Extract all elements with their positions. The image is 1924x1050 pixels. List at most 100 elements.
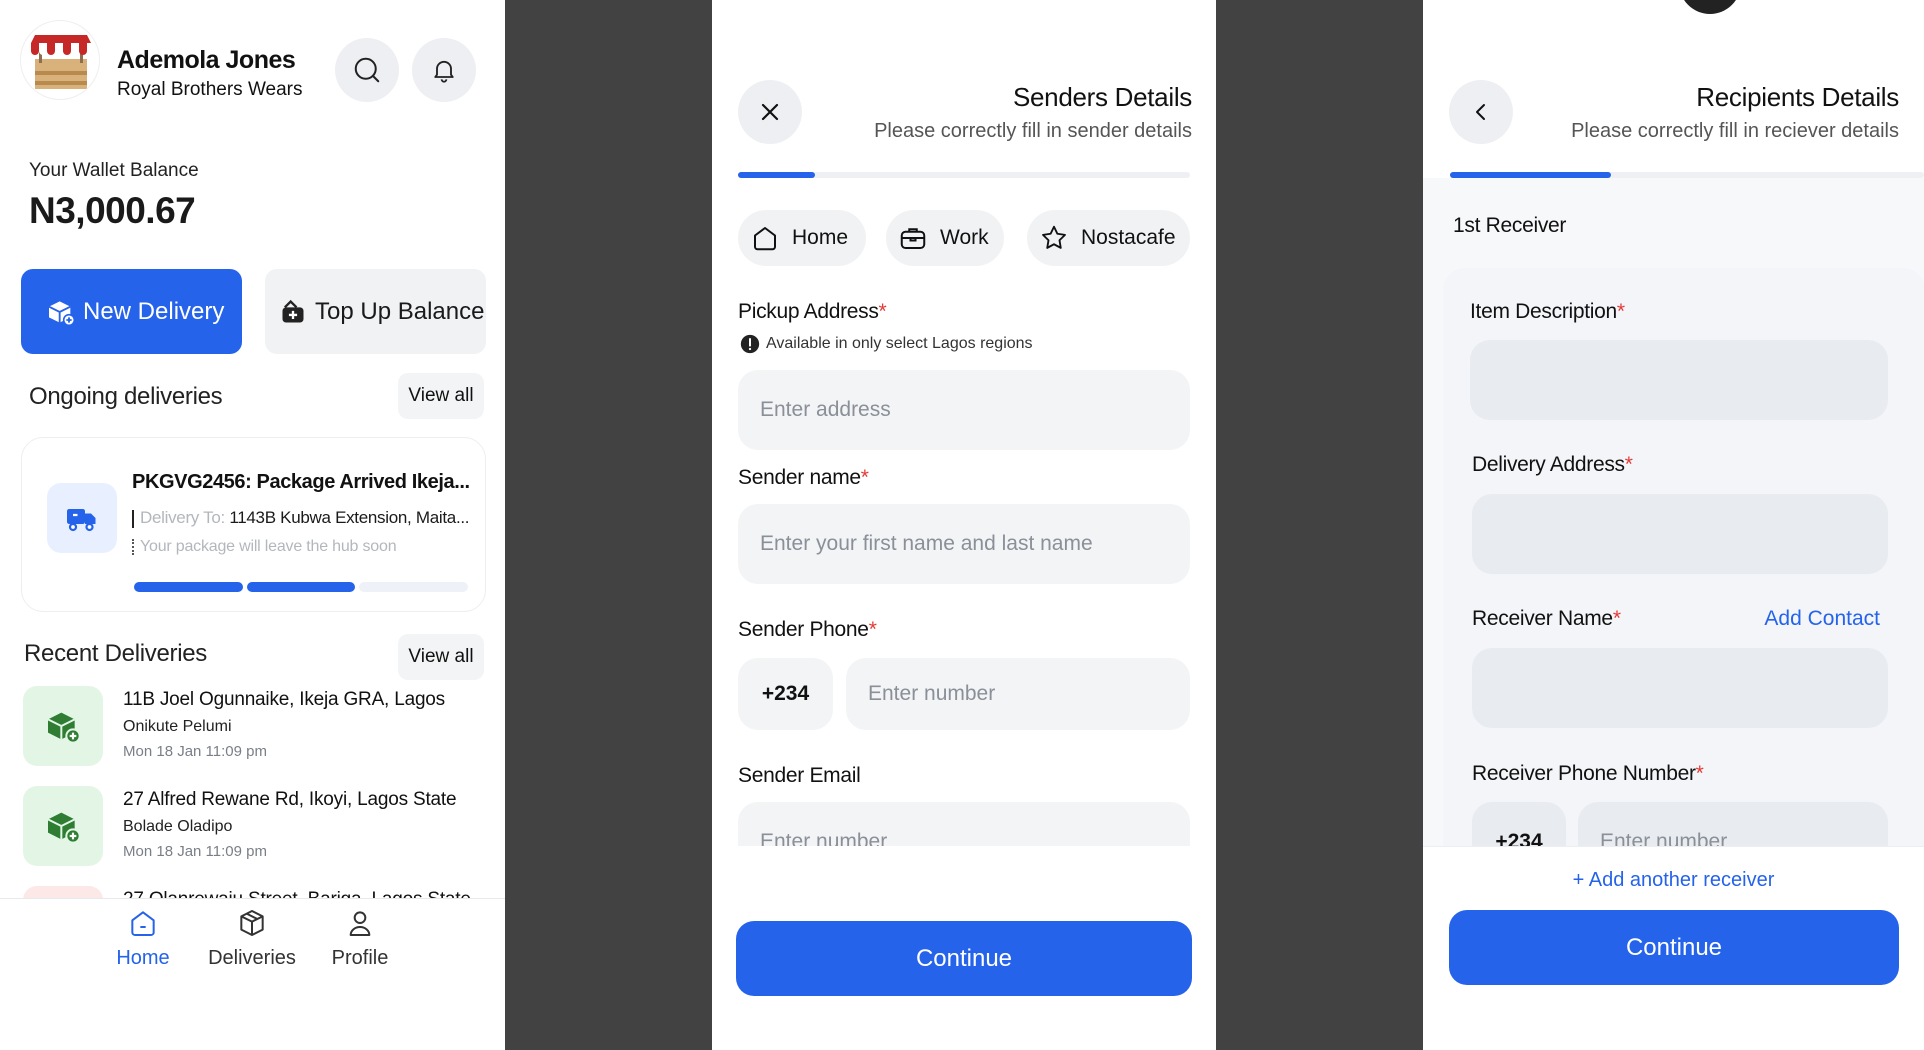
recent-name: Onikute Pelumi: [123, 718, 232, 735]
recent-delivery-icon: [23, 686, 103, 766]
chip-label: Work: [940, 226, 989, 249]
receiver-heading: 1st Receiver: [1453, 214, 1567, 237]
progress-segment: [246, 582, 356, 592]
sender-phone-label: Sender Phone: [738, 618, 877, 642]
add-contact-link[interactable]: Add Contact: [1764, 607, 1880, 631]
wallet-balance: N3,000.67: [29, 190, 196, 231]
floating-dark-element: [1679, 0, 1741, 14]
status-text: Your package will leave the hub soon: [140, 538, 397, 555]
background-divider: [505, 0, 712, 1050]
bell-icon: [434, 60, 454, 83]
info-icon: [740, 334, 760, 354]
receiver-phone-input[interactable]: Enter number: [1578, 802, 1888, 846]
pickup-address-input[interactable]: Enter address: [738, 370, 1190, 450]
item-description-label: Item Description: [1470, 300, 1625, 324]
continue-button[interactable]: Continue: [1449, 910, 1899, 985]
user-name: Ademola Jones: [117, 46, 296, 74]
recent-time: Mon 18 Jan 11:09 pm: [123, 743, 267, 760]
search-button[interactable]: [335, 38, 399, 102]
nav-home-label: Home: [116, 947, 170, 969]
delivery-address-input[interactable]: [1472, 494, 1888, 574]
sender-details-screen: Senders Details Please correctly fill in…: [712, 0, 1216, 1050]
pickup-note-text: Available in only select Lagos regions: [766, 335, 1033, 352]
box-add-icon: [47, 712, 81, 744]
nav-deliveries[interactable]: Deliveries: [202, 907, 302, 977]
nav-home[interactable]: Home: [108, 907, 178, 977]
receiver-name-input[interactable]: [1472, 648, 1888, 728]
market-stall-icon: [31, 35, 91, 89]
chip-label: Nostacafe: [1081, 226, 1176, 249]
country-code-select[interactable]: +234: [1472, 802, 1566, 846]
business-name: Royal Brothers Wears: [117, 79, 303, 100]
form-progress-fill: [738, 172, 815, 178]
page-title: Recipients Details: [1696, 82, 1899, 112]
continue-button[interactable]: Continue: [736, 921, 1192, 996]
receiver-phone-label: Receiver Phone Number: [1472, 762, 1704, 786]
saved-address-work[interactable]: Work: [886, 210, 1004, 266]
notifications-button[interactable]: [412, 38, 476, 102]
wallet-add-icon: [282, 299, 304, 322]
page-subtitle: Please correctly fill in sender details: [874, 120, 1192, 142]
ongoing-title: Ongoing deliveries: [29, 383, 223, 410]
sender-name-label: Sender name: [738, 466, 869, 490]
briefcase-icon: [900, 228, 926, 249]
receiver-name-label: Receiver Name: [1472, 607, 1621, 631]
recent-delivery-icon: [23, 786, 103, 866]
nav-deliveries-label: Deliveries: [208, 947, 296, 969]
saved-address-home[interactable]: Home: [738, 210, 866, 266]
new-delivery-label: New Delivery: [83, 297, 225, 325]
sender-name-input[interactable]: Enter your first name and last name: [738, 504, 1190, 584]
delivery-address-label: Delivery Address: [1472, 453, 1633, 477]
recent-view-all-button[interactable]: View all: [398, 634, 484, 680]
recent-title: Recent Deliveries: [24, 640, 207, 667]
chip-label: Home: [792, 226, 849, 249]
add-another-receiver-link[interactable]: + Add another receiver: [1423, 869, 1924, 892]
close-button[interactable]: [738, 80, 802, 144]
recent-name: Bolade Oladipo: [123, 818, 233, 835]
ongoing-view-all-button[interactable]: View all: [398, 373, 484, 419]
country-code-select[interactable]: +234: [738, 658, 833, 730]
saved-address-nostacafe[interactable]: Nostacafe: [1027, 210, 1190, 266]
home-screen: Ademola Jones Royal Brothers Wears Your …: [0, 0, 505, 1050]
avatar[interactable]: [20, 20, 100, 100]
recipients-details-screen: Recipients Details Please correctly fill…: [1423, 0, 1924, 1050]
pickup-note: Available in only select Lagos regions: [740, 334, 1033, 354]
chevron-left-icon: [1476, 104, 1485, 120]
cube-icon: [240, 910, 264, 936]
sender-email-input[interactable]: Enter number: [738, 802, 1190, 846]
item-description-input[interactable]: [1470, 340, 1888, 420]
star-icon: [1042, 225, 1066, 249]
package-add-icon: [48, 300, 76, 326]
home-icon: [754, 227, 776, 251]
delivery-to-value: 1143B Kubwa Extension, Maita...: [229, 508, 470, 527]
back-button[interactable]: [1449, 80, 1513, 144]
search-icon: [354, 57, 380, 83]
top-up-button[interactable]: Top Up Balance: [265, 269, 486, 354]
page-subtitle: Please correctly fill in reciever detail…: [1571, 120, 1899, 142]
email-clip: Enter number: [738, 802, 1190, 846]
sender-phone-input[interactable]: Enter number: [846, 658, 1190, 730]
user-icon: [349, 911, 371, 936]
recent-address: 11B Joel Ogunnaike, Ikeja GRA, Lagos: [123, 689, 445, 710]
wallet-label: Your Wallet Balance: [29, 160, 199, 181]
phone-clip: +234 Enter number: [1472, 802, 1902, 846]
home-icon: [131, 911, 155, 936]
ongoing-title-text: PKGVG2456: Package Arrived Ikeja...: [132, 471, 470, 493]
truck-icon-box: [47, 483, 117, 553]
background-divider: [1216, 0, 1423, 1050]
close-icon: [761, 103, 779, 121]
new-delivery-button[interactable]: New Delivery: [21, 269, 242, 354]
ongoing-status: Your package will leave the hub soon: [132, 538, 397, 556]
nav-profile-label: Profile: [331, 947, 389, 969]
nav-profile[interactable]: Profile: [325, 907, 395, 977]
top-up-label: Top Up Balance: [315, 297, 485, 325]
delivery-progress-bar: [134, 582, 469, 592]
recent-address: 27 Alfred Rewane Rd, Ikoyi, Lagos State: [123, 789, 457, 810]
truck-icon: [67, 509, 96, 532]
progress-segment: [359, 582, 469, 592]
box-add-icon: [47, 812, 81, 844]
sender-email-label: Sender Email: [738, 764, 861, 787]
pickup-address-label: Pickup Address: [738, 300, 886, 324]
recent-time: Mon 18 Jan 11:09 pm: [123, 843, 267, 860]
page-title: Senders Details: [1012, 82, 1192, 112]
